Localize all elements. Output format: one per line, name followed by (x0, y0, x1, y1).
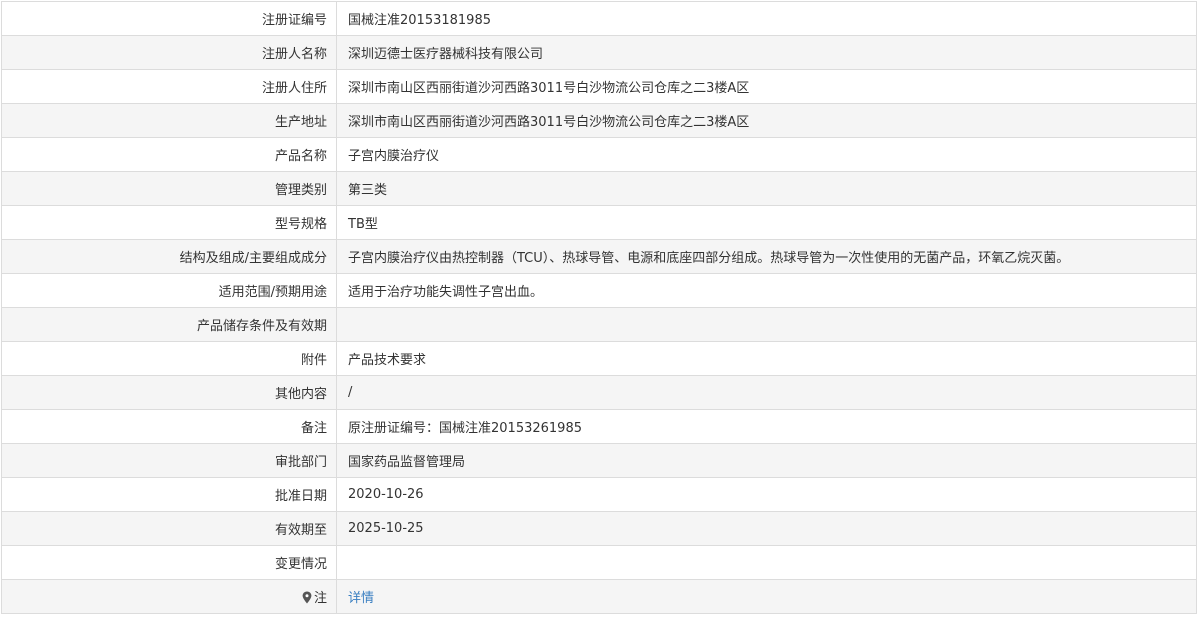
value-attachments: 产品技术要求 (336, 341, 1197, 376)
label-other-content: 其他内容 (1, 375, 337, 410)
row-model-spec: 型号规格 TB型 (1, 205, 1197, 240)
label-registrant-name: 注册人名称 (1, 35, 337, 70)
row-management-category: 管理类别 第三类 (1, 171, 1197, 206)
value-storage-conditions (336, 307, 1197, 342)
registration-detail-table: 注册证编号 国械注准20153181985 注册人名称 深圳迈德士医疗器械科技有… (1, 1, 1197, 614)
value-note: 详情 (336, 579, 1197, 614)
value-registrant-address: 深圳市南山区西丽街道沙河西路3011号白沙物流公司仓库之二3楼A区 (336, 69, 1197, 104)
label-model-spec: 型号规格 (1, 205, 337, 240)
row-attachments: 附件 产品技术要求 (1, 341, 1197, 376)
value-registration-number: 国械注准20153181985 (336, 1, 1197, 36)
row-registrant-name: 注册人名称 深圳迈德士医疗器械科技有限公司 (1, 35, 1197, 70)
value-remarks: 原注册证编号：国械注准20153261985 (336, 409, 1197, 444)
label-approval-date: 批准日期 (1, 477, 337, 512)
label-registration-number: 注册证编号 (1, 1, 337, 36)
details-link[interactable]: 详情 (348, 591, 374, 606)
value-intended-use: 适用于治疗功能失调性子宫出血。 (336, 273, 1197, 308)
label-storage-conditions: 产品储存条件及有效期 (1, 307, 337, 342)
row-structure-composition: 结构及组成/主要组成成分 子宫内膜治疗仪由热控制器（TCU）、热球导管、电源和底… (1, 239, 1197, 274)
value-management-category: 第三类 (336, 171, 1197, 206)
value-product-name: 子宫内膜治疗仪 (336, 137, 1197, 172)
row-remarks: 备注 原注册证编号：国械注准20153261985 (1, 409, 1197, 444)
row-valid-until: 有效期至 2025-10-25 (1, 511, 1197, 546)
label-registrant-address: 注册人住所 (1, 69, 337, 104)
value-production-address: 深圳市南山区西丽街道沙河西路3011号白沙物流公司仓库之二3楼A区 (336, 103, 1197, 138)
value-valid-until: 2025-10-25 (336, 511, 1197, 546)
row-intended-use: 适用范围/预期用途 适用于治疗功能失调性子宫出血。 (1, 273, 1197, 308)
label-attachments: 附件 (1, 341, 337, 376)
label-production-address: 生产地址 (1, 103, 337, 138)
label-valid-until: 有效期至 (1, 511, 337, 546)
value-approval-department: 国家药品监督管理局 (336, 443, 1197, 478)
row-storage-conditions: 产品储存条件及有效期 (1, 307, 1197, 342)
label-change-status: 变更情况 (1, 545, 337, 580)
row-product-name: 产品名称 子宫内膜治疗仪 (1, 137, 1197, 172)
label-approval-department: 审批部门 (1, 443, 337, 478)
label-management-category: 管理类别 (1, 171, 337, 206)
row-approval-department: 审批部门 国家药品监督管理局 (1, 443, 1197, 478)
row-note: 注 详情 (1, 579, 1197, 614)
value-approval-date: 2020-10-26 (336, 477, 1197, 512)
row-approval-date: 批准日期 2020-10-26 (1, 477, 1197, 512)
label-remarks: 备注 (1, 409, 337, 444)
note-label-text: 注 (313, 591, 327, 606)
value-structure-composition: 子宫内膜治疗仪由热控制器（TCU）、热球导管、电源和底座四部分组成。热球导管为一… (336, 239, 1197, 274)
value-change-status (336, 545, 1197, 580)
value-other-content: / (336, 375, 1197, 410)
row-registration-number: 注册证编号 国械注准20153181985 (1, 1, 1197, 36)
row-production-address: 生产地址 深圳市南山区西丽街道沙河西路3011号白沙物流公司仓库之二3楼A区 (1, 103, 1197, 138)
row-change-status: 变更情况 (1, 545, 1197, 580)
label-structure-composition: 结构及组成/主要组成成分 (1, 239, 337, 274)
row-other-content: 其他内容 / (1, 375, 1197, 410)
value-registrant-name: 深圳迈德士医疗器械科技有限公司 (336, 35, 1197, 70)
map-pin-icon (302, 591, 312, 604)
row-registrant-address: 注册人住所 深圳市南山区西丽街道沙河西路3011号白沙物流公司仓库之二3楼A区 (1, 69, 1197, 104)
detail-table-body: 注册证编号 国械注准20153181985 注册人名称 深圳迈德士医疗器械科技有… (1, 1, 1197, 614)
label-product-name: 产品名称 (1, 137, 337, 172)
value-model-spec: TB型 (336, 205, 1197, 240)
label-note: 注 (1, 579, 337, 614)
label-intended-use: 适用范围/预期用途 (1, 273, 337, 308)
